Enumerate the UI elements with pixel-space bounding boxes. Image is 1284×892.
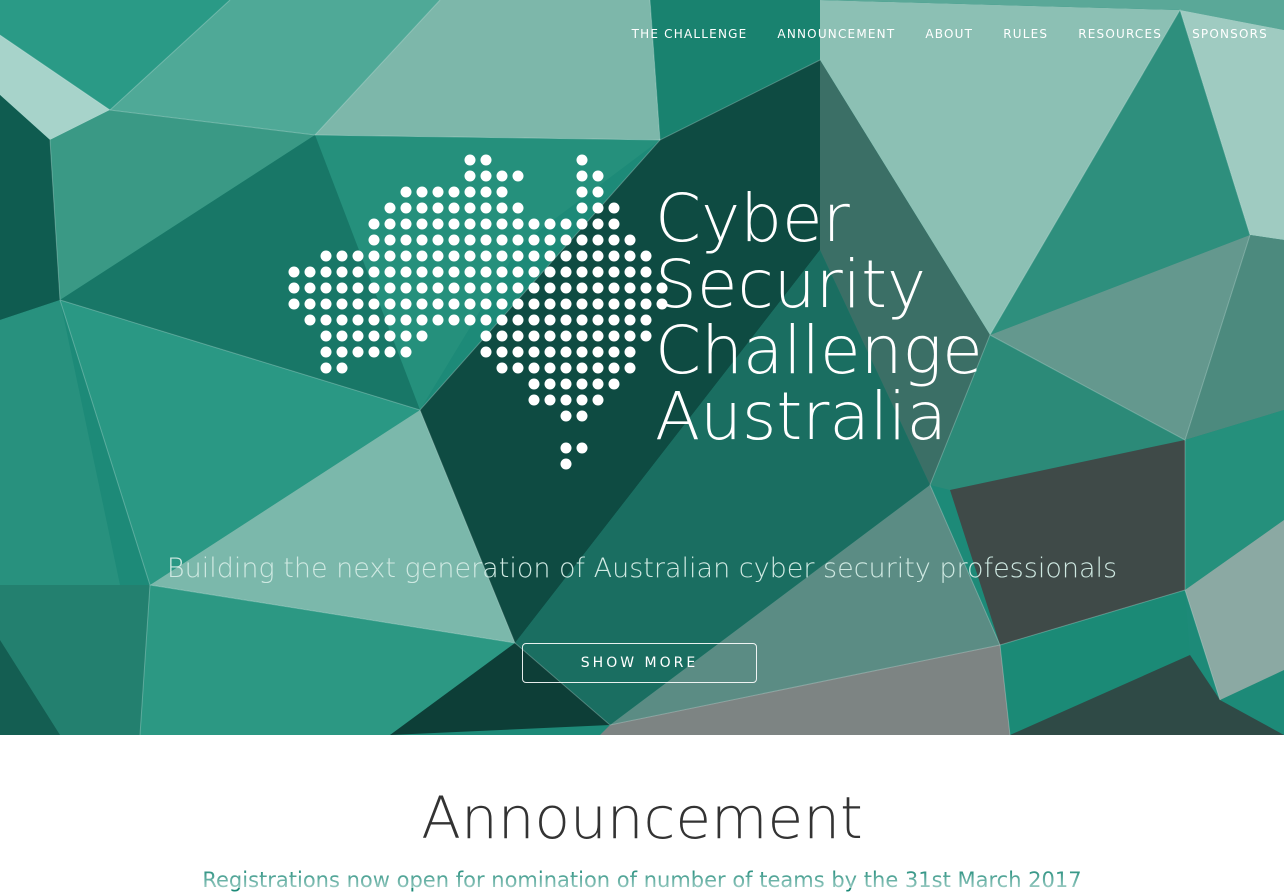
- australia-dot-map-icon: [288, 154, 668, 470]
- nav-item-sponsors[interactable]: SPONSORS: [1192, 27, 1268, 41]
- hero-title-line: Australia: [655, 378, 947, 455]
- hero-title: Cyber Security Challenge Australia: [655, 186, 983, 450]
- hero-title-line: Cyber: [655, 180, 850, 257]
- hero-banner: THE CHALLENGE ANNOUNCEMENT ABOUT RULES R…: [0, 0, 1284, 735]
- announcement-text: Registrations now open for nomination of…: [202, 868, 1082, 892]
- nav-item-rules[interactable]: RULES: [1003, 27, 1048, 41]
- announcement-heading: Announcement: [421, 784, 863, 852]
- nav-item-about[interactable]: ABOUT: [925, 27, 973, 41]
- show-more-button[interactable]: SHOW MORE: [522, 643, 757, 683]
- nav-item-resources[interactable]: RESOURCES: [1078, 27, 1162, 41]
- nav-item-the-challenge[interactable]: THE CHALLENGE: [632, 27, 748, 41]
- hero-tagline: Building the next generation of Australi…: [166, 553, 1118, 584]
- nav-item-announcement[interactable]: ANNOUNCEMENT: [777, 27, 895, 41]
- hero-title-line: Challenge: [655, 312, 983, 389]
- hero-title-line: Security: [655, 246, 927, 323]
- top-nav: THE CHALLENGE ANNOUNCEMENT ABOUT RULES R…: [602, 27, 1268, 41]
